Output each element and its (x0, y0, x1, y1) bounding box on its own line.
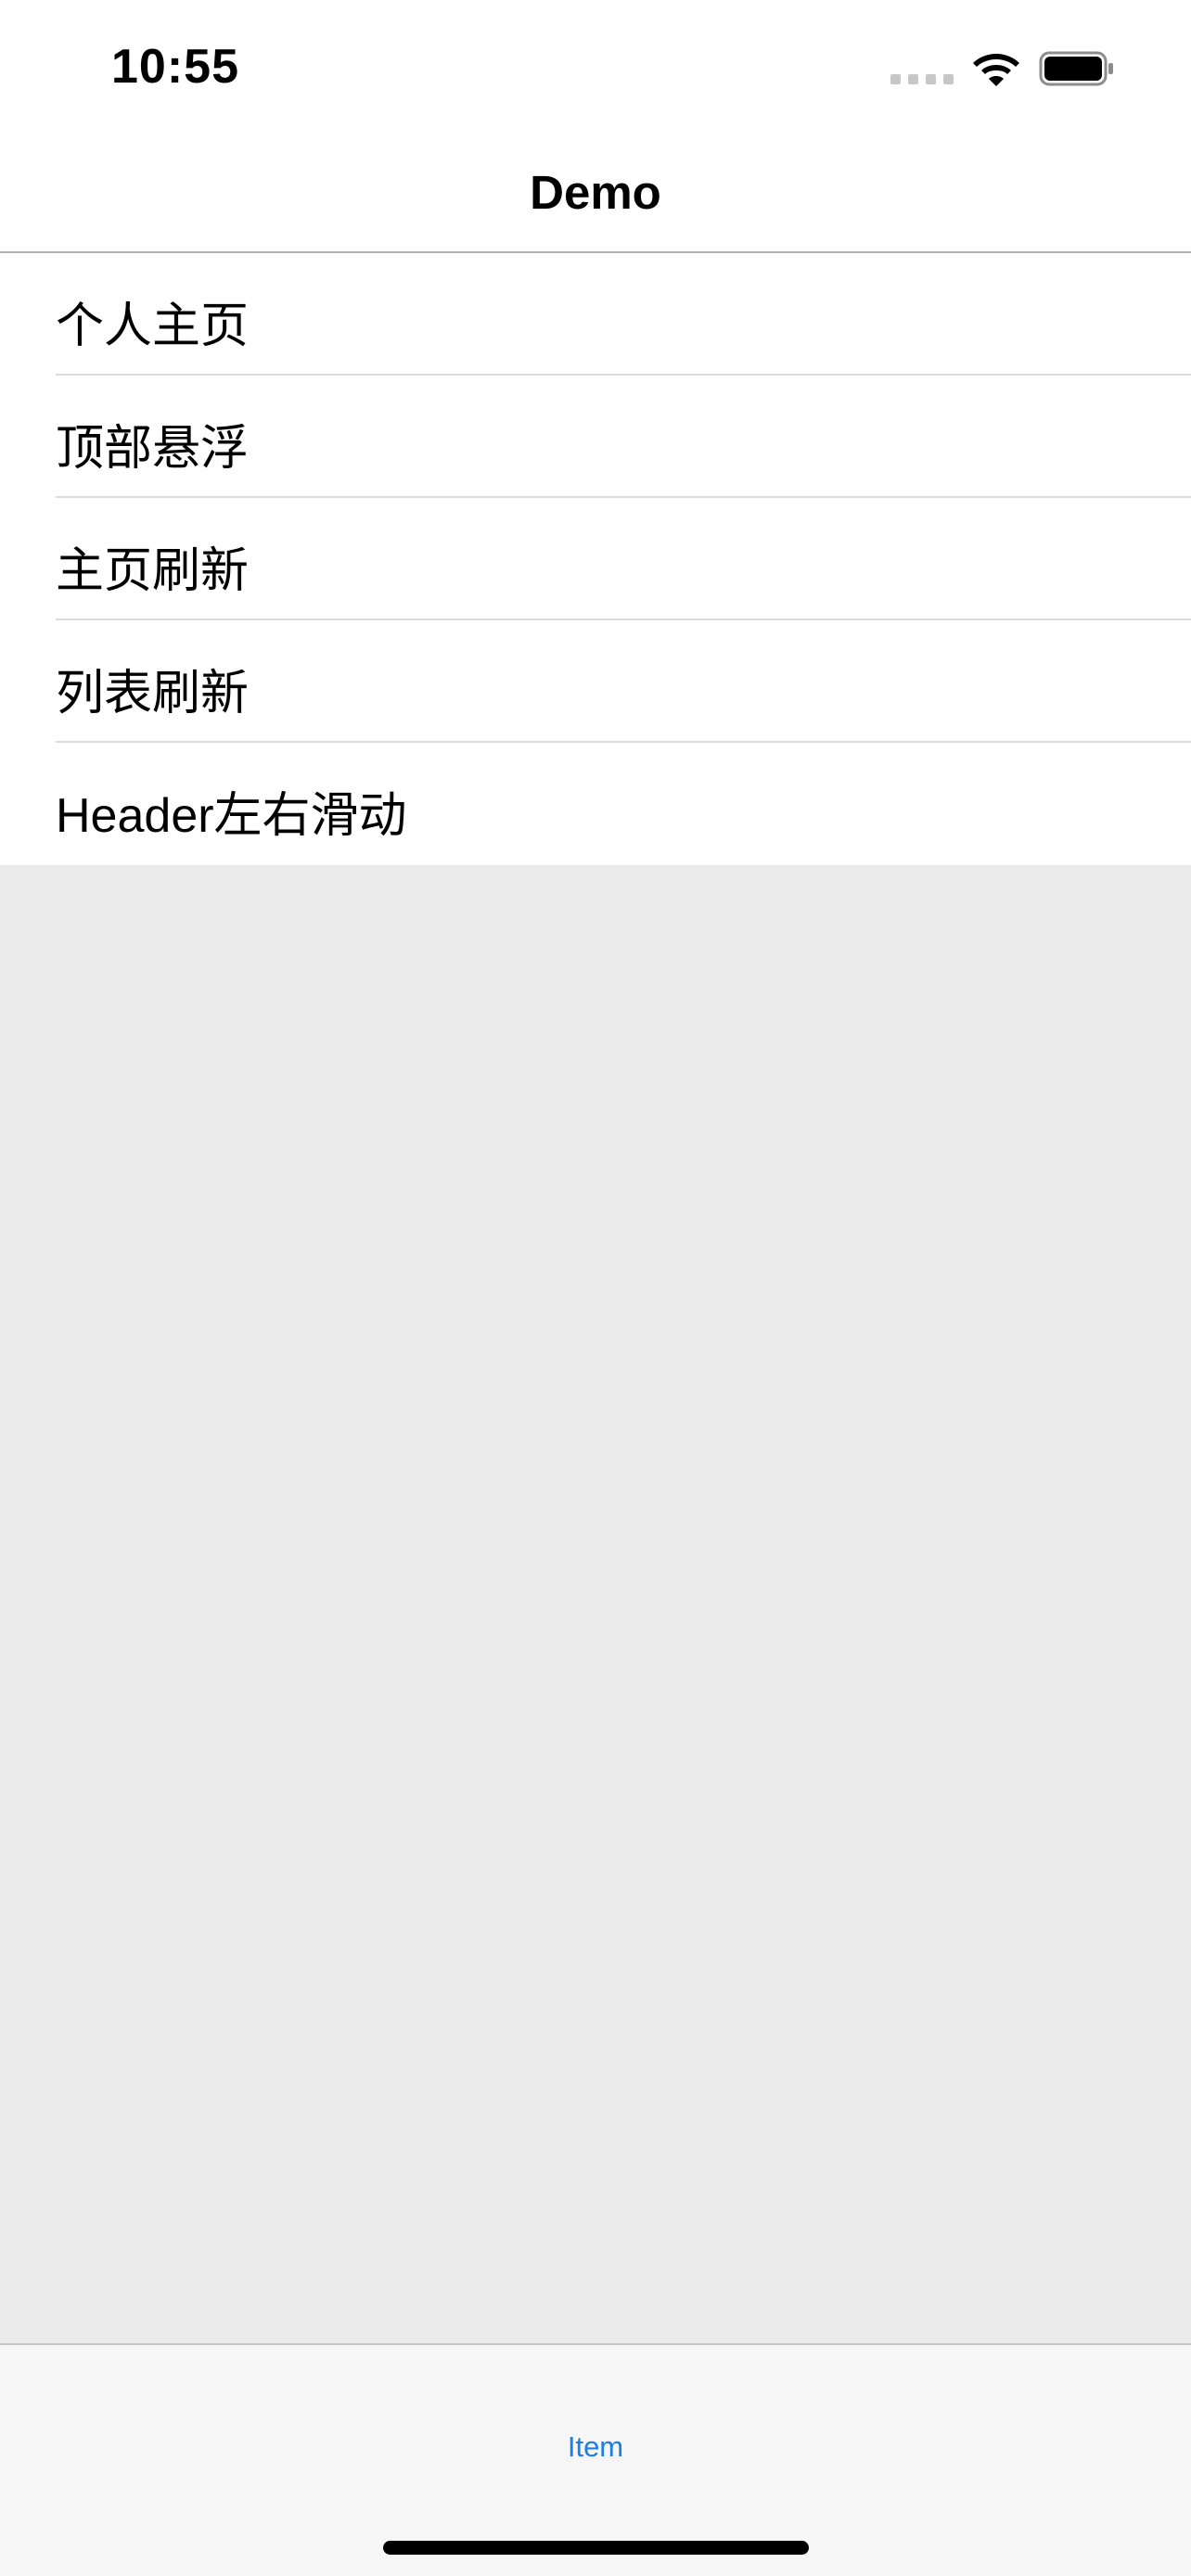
list-item-label: 个人主页 (56, 300, 250, 353)
home-indicator (383, 2541, 809, 2555)
tab-item-label: Item (567, 2430, 624, 2463)
page-title: Demo (530, 166, 661, 219)
list-item-label: 顶部悬浮 (56, 422, 250, 476)
list-item-homepage-refresh[interactable]: 主页刷新 (0, 498, 1191, 620)
tab-item[interactable]: Item (0, 2401, 1191, 2493)
signal-dots-icon (890, 73, 954, 84)
menu-list: 个人主页 顶部悬浮 主页刷新 列表刷新 Header左右滑动 (0, 253, 1191, 865)
list-item-label: Header左右滑动 (56, 789, 407, 843)
list-item-sticky-header[interactable]: 顶部悬浮 (0, 376, 1191, 498)
status-icons (890, 45, 1115, 93)
app-screen: 10:55 Demo 个人主页 顶部悬浮 主页刷新 列表刷新 Header左右滑… (0, 0, 1191, 2576)
battery-icon (1039, 51, 1113, 86)
wifi-icon (973, 54, 1019, 86)
list-item-label: 主页刷新 (56, 544, 250, 598)
list-item-personal-homepage[interactable]: 个人主页 (0, 253, 1191, 376)
list-item-list-refresh[interactable]: 列表刷新 (0, 620, 1191, 743)
status-bar: 10:55 (0, 0, 1191, 130)
navigation-bar: Demo (0, 130, 1191, 253)
status-time: 10:55 (111, 40, 239, 94)
list-item-label: 列表刷新 (56, 667, 250, 721)
list-item-header-horizontal-scroll[interactable]: Header左右滑动 (0, 743, 1191, 865)
